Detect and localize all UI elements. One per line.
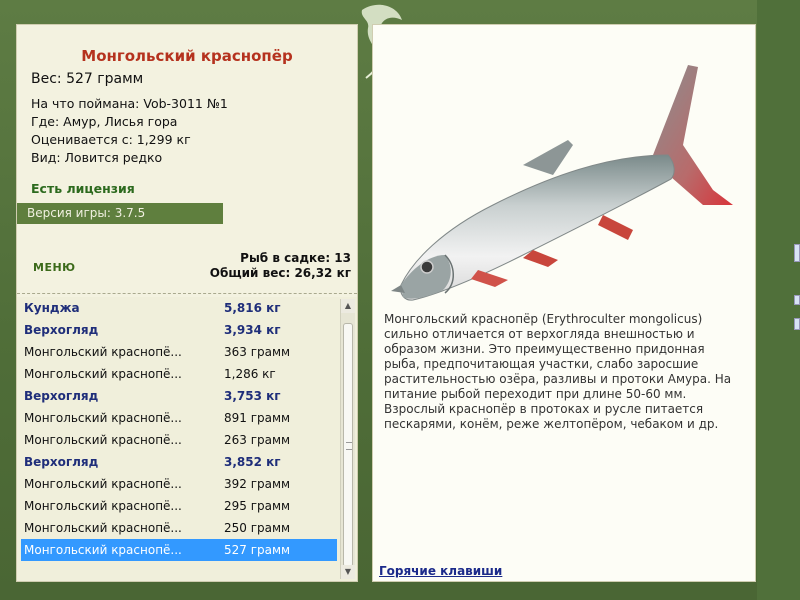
catch-kind: Вид: Ловится редко [31, 150, 163, 165]
catch-row[interactable]: Верхогляд 3,852 кг [21, 451, 337, 473]
catch-fish-name: Монгольский краснопё... [24, 543, 182, 557]
catch-fish-name: Монгольский краснопё... [24, 345, 182, 359]
catch-row[interactable]: Монгольский краснопё... 250 грамм [21, 517, 337, 539]
catch-fish-weight: 527 грамм [224, 543, 291, 557]
catch-fish-weight: 363 грамм [224, 345, 291, 359]
catch-row-selected[interactable]: Монгольский краснопё... 527 грамм [21, 539, 337, 561]
catch-row[interactable]: Верхогляд 3,753 кг [21, 385, 337, 407]
catch-row[interactable]: Монгольский краснопё... 263 грамм [21, 429, 337, 451]
location: Где: Амур, Лисья гора [31, 114, 178, 129]
catch-fish-weight: 5,816 кг [224, 301, 281, 315]
fish-details-list: На что поймана: Vob-3011 №1 Где: Амур, Л… [31, 95, 228, 167]
catch-fish-weight: 250 грамм [224, 521, 291, 535]
catch-row[interactable]: Монгольский краснопё... 1,286 кг [21, 363, 337, 385]
catch-fish-name: Верхогляд [24, 389, 99, 403]
catch-fish-name: Монгольский краснопё... [24, 411, 182, 425]
fish-title: Монгольский краснопёр [81, 47, 293, 65]
catch-rows: Кунджа 5,816 кг Верхогляд 3,934 кг Монгольск… [21, 297, 337, 561]
grip-icon [346, 442, 352, 450]
catch-row[interactable]: Монгольский краснопё... 891 грамм [21, 407, 337, 429]
hotkeys-link[interactable]: Горячие клавиши [379, 564, 502, 578]
catch-fish-name: Монгольский краснопё... [24, 521, 182, 535]
scrollbar-thumb[interactable] [343, 323, 353, 567]
catch-fish-weight: 3,934 кг [224, 323, 281, 337]
side-strip [757, 0, 800, 600]
catch-list: Кунджа 5,816 кг Верхогляд 3,934 кг Монгольск… [17, 297, 357, 581]
catch-fish-weight: 3,852 кг [224, 455, 281, 469]
side-tab [794, 318, 800, 330]
catch-fish-weight: 295 грамм [224, 499, 291, 513]
side-tab [794, 244, 800, 262]
catch-fish-name: Монгольский краснопё... [24, 477, 182, 491]
catch-row[interactable]: Монгольский краснопё... 295 грамм [21, 495, 337, 517]
catch-fish-name: Монгольский краснопё... [24, 433, 182, 447]
catch-fish-weight: 1,286 кг [224, 367, 276, 381]
caught-with: На что поймана: Vob-3011 №1 [31, 96, 228, 111]
keepnet-count: Рыб в садке: 13 [240, 251, 351, 265]
catch-fish-name: Кунджа [24, 301, 80, 315]
catch-row[interactable]: Кунджа 5,816 кг [21, 297, 337, 319]
scroll-down-arrow-icon[interactable]: ▼ [341, 565, 355, 579]
menu-button[interactable]: МЕНЮ [33, 261, 76, 274]
catch-fish-name: Монгольский краснопё... [24, 367, 182, 381]
catch-fish-weight: 891 грамм [224, 411, 291, 425]
catch-fish-weight: 263 грамм [224, 433, 291, 447]
catch-fish-name: Верхогляд [24, 455, 99, 469]
keepnet-total-weight: Общий вес: 26,32 кг [209, 266, 351, 280]
fish-info-panel: Монгольский краснопёр Вес: 527 грамм На … [16, 24, 358, 582]
fish-description: Монгольский краснопёр (Erythroculter mon… [384, 312, 732, 431]
game-version: Версия игры: 3.7.5 [17, 203, 223, 224]
catch-row[interactable]: Монгольский краснопё... 363 грамм [21, 341, 337, 363]
catch-fish-name: Монгольский краснопё... [24, 499, 182, 513]
catch-fish-name: Верхогляд [24, 323, 99, 337]
catch-row[interactable]: Монгольский краснопё... 392 грамм [21, 473, 337, 495]
catch-fish-weight: 392 грамм [224, 477, 291, 491]
license-status: Есть лицензия [31, 181, 135, 196]
side-tab [794, 295, 800, 305]
fish-details: Монгольский краснопёр Вес: 527 грамм На … [17, 25, 357, 295]
fish-description-panel: Монгольский краснопёр (Erythroculter mon… [372, 24, 756, 582]
divider [17, 293, 357, 294]
catch-list-scrollbar[interactable]: ▲ ▼ [340, 299, 355, 579]
fish-image [391, 65, 733, 301]
scroll-up-arrow-icon[interactable]: ▲ [341, 299, 355, 313]
catch-fish-weight: 3,753 кг [224, 389, 281, 403]
fish-weight: Вес: 527 грамм [31, 71, 144, 87]
catch-row[interactable]: Верхогляд 3,934 кг [21, 319, 337, 341]
valued-from: Оценивается с: 1,299 кг [31, 132, 191, 147]
keepnet-summary: Рыб в садке: 13 Общий вес: 26,32 кг [210, 251, 351, 281]
